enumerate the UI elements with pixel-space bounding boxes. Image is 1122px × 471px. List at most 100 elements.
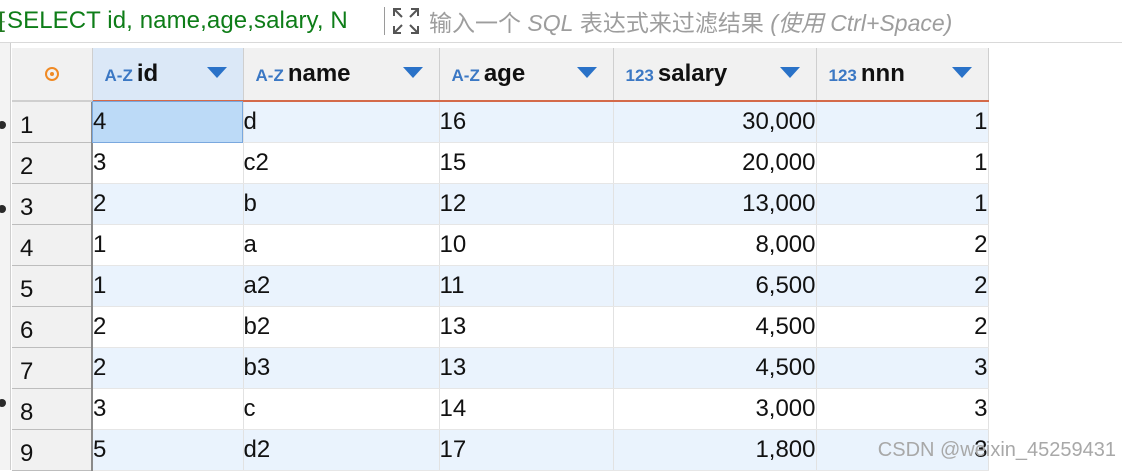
- filter-input[interactable]: 输入一个 SQL 表达式来过滤结果 (使用 Ctrl+Space): [429, 4, 952, 38]
- cell-nnn[interactable]: 3: [816, 388, 989, 430]
- cell-name[interactable]: b3: [243, 347, 440, 389]
- sort-dropdown-icon[interactable]: [576, 67, 597, 78]
- cell-name[interactable]: a: [243, 224, 440, 266]
- column-header-salary[interactable]: 123 salary: [613, 48, 817, 102]
- table-row[interactable]: 3 2 b 12 13,000 1: [12, 183, 989, 225]
- row-number[interactable]: 3: [12, 183, 93, 225]
- filter-hint-suffix: (使用 Ctrl+Space): [770, 10, 953, 36]
- cell-salary[interactable]: 3,000: [613, 388, 817, 430]
- cell-salary[interactable]: 8,000: [613, 224, 817, 266]
- column-header-name[interactable]: A-Z name: [243, 48, 440, 102]
- cell-id[interactable]: 2: [92, 183, 244, 225]
- cell-nnn[interactable]: 2: [816, 306, 989, 348]
- cell-nnn[interactable]: 1: [816, 101, 989, 143]
- filter-hint-sql: SQL: [527, 10, 574, 36]
- table-row[interactable]: 5 1 a2 11 6,500 2: [12, 265, 989, 307]
- column-header-id[interactable]: A-Z id: [92, 48, 244, 102]
- row-number[interactable]: 1: [12, 101, 93, 143]
- cell-name[interactable]: d: [243, 101, 440, 143]
- sql-query-field[interactable]: ⁅ SELECT id, name,age,salary, N: [0, 0, 378, 42]
- cell-name[interactable]: c: [243, 388, 440, 430]
- row-number[interactable]: 4: [12, 224, 93, 266]
- row-number[interactable]: 5: [12, 265, 93, 307]
- table-row[interactable]: 2 3 c2 15 20,000 1: [12, 142, 989, 184]
- cell-id[interactable]: 1: [92, 224, 244, 266]
- table-row[interactable]: 6 2 b2 13 4,500 2: [12, 306, 989, 348]
- cell-age[interactable]: 17: [439, 429, 614, 471]
- cell-age[interactable]: 11: [439, 265, 614, 307]
- column-name: id: [136, 60, 159, 87]
- record-indicator-icon: [44, 67, 59, 81]
- filter-hint-prefix: 输入一个: [429, 10, 521, 36]
- text-type-icon: A-Z: [104, 66, 133, 85]
- cell-nnn[interactable]: 2: [816, 224, 989, 266]
- cell-salary[interactable]: 6,500: [613, 265, 817, 307]
- row-number[interactable]: 9: [12, 429, 93, 471]
- table-row[interactable]: 7 2 b3 13 4,500 3: [12, 347, 989, 389]
- cell-age[interactable]: 12: [439, 183, 614, 225]
- cell-nnn[interactable]: 1: [816, 183, 989, 225]
- cell-id[interactable]: 4: [92, 101, 244, 143]
- cell-age[interactable]: 10: [439, 224, 614, 266]
- sort-dropdown-icon[interactable]: [402, 67, 423, 78]
- cell-id[interactable]: 3: [92, 142, 244, 184]
- cell-salary[interactable]: 1,800: [613, 429, 817, 471]
- expand-icon[interactable]: [391, 6, 421, 36]
- table-row[interactable]: 4 1 a 10 8,000 2: [12, 224, 989, 266]
- cell-age[interactable]: 16: [439, 101, 614, 143]
- sort-dropdown-icon[interactable]: [206, 67, 227, 78]
- column-name: nnn: [860, 60, 905, 87]
- text-type-icon: A-Z: [451, 66, 480, 85]
- cell-id[interactable]: 2: [92, 347, 244, 389]
- gutter-marker: [0, 205, 6, 213]
- cell-id[interactable]: 3: [92, 388, 244, 430]
- column-name: age: [483, 60, 526, 87]
- row-number[interactable]: 6: [12, 306, 93, 348]
- cell-salary[interactable]: 4,500: [613, 347, 817, 389]
- cell-age[interactable]: 13: [439, 306, 614, 348]
- cell-name[interactable]: c2: [243, 142, 440, 184]
- cell-nnn[interactable]: 1: [816, 142, 989, 184]
- cell-id[interactable]: 1: [92, 265, 244, 307]
- table-row[interactable]: 1 4 d 16 30,000 1: [12, 101, 989, 143]
- gutter-marker: [0, 121, 6, 129]
- cell-salary[interactable]: 20,000: [613, 142, 817, 184]
- cell-id[interactable]: 5: [92, 429, 244, 471]
- text-type-icon: A-Z: [255, 66, 284, 85]
- column-header-age[interactable]: A-Z age: [439, 48, 614, 102]
- number-type-icon: 123: [625, 66, 654, 85]
- watermark: CSDN @weixin_45259431: [877, 439, 1116, 461]
- cell-id[interactable]: 2: [92, 306, 244, 348]
- cell-age[interactable]: 13: [439, 347, 614, 389]
- row-number[interactable]: 8: [12, 388, 93, 430]
- grid-corner[interactable]: [12, 48, 93, 102]
- sql-query-text: SELECT id, name,age,salary, N: [6, 7, 348, 34]
- sort-dropdown-icon[interactable]: [951, 67, 972, 78]
- left-gutter: [0, 43, 11, 470]
- cell-salary[interactable]: 30,000: [613, 101, 817, 143]
- cell-age[interactable]: 15: [439, 142, 614, 184]
- filter-bar: ⁅ SELECT id, name,age,salary, N 输入一个 SQL…: [0, 0, 1122, 43]
- row-number[interactable]: 7: [12, 347, 93, 389]
- cell-name[interactable]: a2: [243, 265, 440, 307]
- header-row: A-Z id A-Z name A-Z age 123 salary 123 nnn: [12, 48, 989, 102]
- filter-hint-middle: 表达式来过滤结果: [579, 10, 764, 36]
- column-header-nnn[interactable]: 123 nnn: [816, 48, 989, 102]
- cell-nnn[interactable]: 2: [816, 265, 989, 307]
- gutter-marker: [0, 399, 6, 407]
- cell-name[interactable]: b: [243, 183, 440, 225]
- table-row[interactable]: 9 5 d2 17 1,800 3: [12, 429, 989, 471]
- result-grid: A-Z id A-Z name A-Z age 123 salary 123 nnn: [12, 48, 989, 471]
- row-number[interactable]: 2: [12, 142, 93, 184]
- cell-name[interactable]: b2: [243, 306, 440, 348]
- cell-salary[interactable]: 4,500: [613, 306, 817, 348]
- cell-name[interactable]: d2: [243, 429, 440, 471]
- cell-age[interactable]: 14: [439, 388, 614, 430]
- cell-salary[interactable]: 13,000: [613, 183, 817, 225]
- sort-dropdown-icon[interactable]: [779, 67, 800, 78]
- table-row[interactable]: 8 3 c 14 3,000 3: [12, 388, 989, 430]
- cell-nnn[interactable]: 3: [816, 347, 989, 389]
- sql-bracket-glyph: ⁅: [0, 8, 7, 35]
- filter-separator: [384, 7, 385, 35]
- column-name: name: [287, 60, 351, 87]
